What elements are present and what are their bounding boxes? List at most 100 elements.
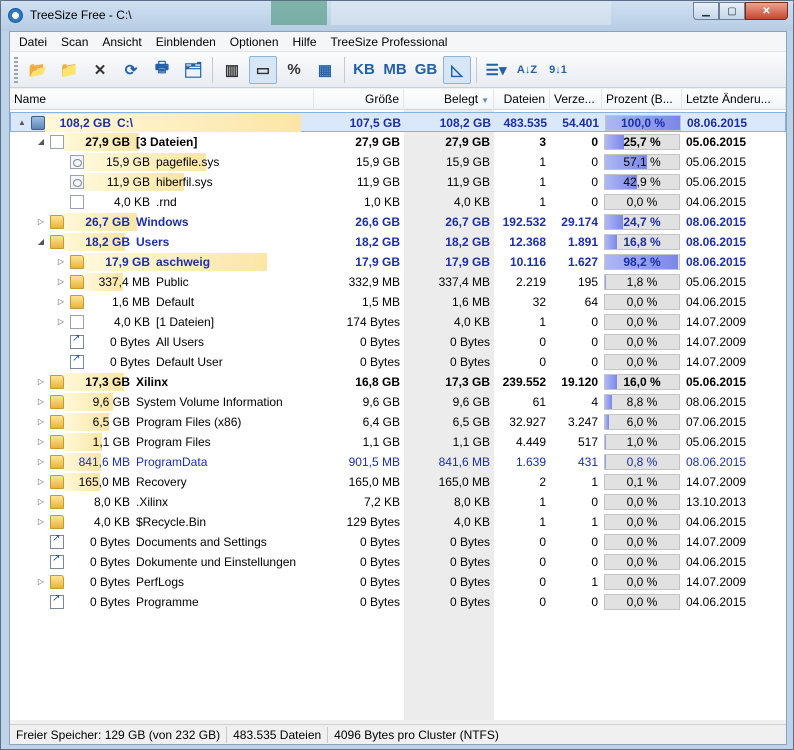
view-options-icon[interactable]: ☰▾ [482, 56, 510, 84]
row-name: aschweig [156, 255, 211, 269]
expand-toggle-icon[interactable]: ▷ [56, 292, 66, 312]
print-icon[interactable]: 🖶 [148, 56, 176, 84]
maximize-button[interactable]: ▢ [719, 2, 745, 20]
kb-unit-icon[interactable]: KB [350, 56, 378, 84]
row-name: pagefile.sys [156, 155, 220, 169]
tree-row[interactable]: 11,9 GB hiberfil.sys 11,9 GB 11,9 GB 1 0 42,9 … [10, 172, 786, 192]
tree-row[interactable]: 0 Bytes All Users 0 Bytes 0 Bytes 0 0 0,0 % 14.… [10, 332, 786, 352]
expand-toggle-icon[interactable]: ▷ [36, 472, 46, 492]
menu-hilfe[interactable]: Hilfe [286, 32, 324, 52]
mb-unit-icon[interactable]: MB [381, 56, 409, 84]
tree-row[interactable]: ▲ 108,2 GB C:\ 107,5 GB 108,2 GB 483.535 54.40… [10, 112, 786, 132]
gb-unit-icon[interactable]: GB [412, 56, 440, 84]
row-name: Xilinx [136, 375, 169, 389]
file-count-icon[interactable]: ▦ [311, 56, 339, 84]
title-bar[interactable]: TreeSize Free - C:\ ▁ ▢ ✕ [1, 1, 793, 31]
expand-toggle-icon[interactable]: ▷ [36, 572, 46, 592]
menu-einblenden[interactable]: Einblenden [149, 32, 223, 52]
column-groesse[interactable]: Größe [314, 89, 404, 110]
column-verzeichnisse[interactable]: Verze... [550, 89, 602, 110]
menu-ansicht[interactable]: Ansicht [95, 32, 148, 52]
sysfile-icon [70, 175, 84, 189]
sort-size-icon[interactable]: 9↓1 [544, 56, 572, 84]
tree-row[interactable]: ▷ 26,7 GB Windows 26,6 GB 26,7 GB 192.532 29.1… [10, 212, 786, 232]
size-mode-icon[interactable]: ▭ [249, 55, 277, 84]
sort-alpha-icon[interactable]: A↓Z [513, 56, 541, 84]
stop-icon[interactable]: ✕ [86, 56, 114, 84]
percent-text: 0,0 % [626, 295, 658, 309]
tree-row[interactable]: ◢ 27,9 GB [3 Dateien] 27,9 GB 27,9 GB 3 0 25,7 … [10, 132, 786, 152]
expand-toggle-icon[interactable]: ▷ [36, 432, 46, 452]
tree-row[interactable]: 0 Bytes Dokumente und Einstellungen 0 Byte… [10, 552, 786, 572]
expand-toggle-icon[interactable]: ▷ [36, 412, 46, 432]
tree-row[interactable]: ▷ 9,6 GB System Volume Information 9,6 GB 9,… [10, 392, 786, 412]
percent-text: 0,0 % [626, 575, 658, 589]
choose-directory-icon[interactable]: 📂 [24, 56, 52, 84]
tree-row[interactable]: ▷ 8,0 KB .Xilinx 7,2 KB 8,0 KB 1 0 0,0 % 13.10.2… [10, 492, 786, 512]
column-dateien[interactable]: Dateien [494, 89, 550, 110]
row-date: 14.07.2009 [686, 475, 747, 489]
expand-toggle-icon[interactable]: ▷ [36, 492, 46, 512]
expand-toggle-icon[interactable]: ◢ [36, 232, 46, 252]
scan-folder-icon[interactable]: 📁 [55, 56, 83, 84]
menu-treesize-professional[interactable]: TreeSize Professional [324, 32, 455, 52]
row-dateien: 0 [539, 555, 546, 569]
expand-toggle-icon[interactable]: ▷ [56, 252, 66, 272]
expand-toggle-icon[interactable]: ▷ [56, 312, 66, 332]
tree-row[interactable]: ▷ 1,6 MB Default 1,5 MB 1,6 MB 32 64 0,0 % 04.06… [10, 292, 786, 312]
row-date: 08.06.2015 [686, 255, 747, 269]
tree-list[interactable]: ▲ 108,2 GB C:\ 107,5 GB 108,2 GB 483.535 54.40… [10, 110, 786, 720]
percent-mode-icon[interactable]: % [280, 56, 308, 84]
tree-row[interactable]: ◢ 18,2 GB Users 18,2 GB 18,2 GB 12.368 1.891 16… [10, 232, 786, 252]
menu-optionen[interactable]: Optionen [223, 32, 286, 52]
menu-scan[interactable]: Scan [54, 32, 95, 52]
column-letzte-aenderung[interactable]: Letzte Änderu... [682, 89, 786, 110]
row-name: [3 Dateien] [136, 135, 198, 149]
tree-row[interactable]: 0 Bytes Default User 0 Bytes 0 Bytes 0 0 0,0 %… [10, 352, 786, 372]
row-size-label: 8,0 KB [93, 495, 130, 509]
tree-row[interactable]: ▷ 841,6 MB ProgramData 901,5 MB 841,6 MB 1.63… [10, 452, 786, 472]
column-belegt[interactable]: Belegt ▼ [404, 89, 494, 110]
tree-row[interactable]: 0 Bytes Documents and Settings 0 Bytes 0 By… [10, 532, 786, 552]
client-area: Datei Scan Ansicht Einblenden Optionen H… [9, 31, 787, 745]
column-name[interactable]: Name [10, 89, 314, 110]
expand-toggle-icon[interactable]: ▷ [36, 212, 46, 232]
row-size-label: 0 Bytes [109, 355, 150, 369]
tree-row[interactable]: ▷ 1,1 GB Program Files 1,1 GB 1,1 GB 4.449 517… [10, 432, 786, 452]
tree-row[interactable]: ▷ 17,3 GB Xilinx 16,8 GB 17,3 GB 239.552 19.12… [10, 372, 786, 392]
expand-toggle-icon[interactable]: ▷ [36, 512, 46, 532]
folder-icon [50, 375, 64, 389]
tree-row[interactable]: 15,9 GB pagefile.sys 15,9 GB 15,9 GB 1 0 57,1 … [10, 152, 786, 172]
expand-toggle-icon[interactable]: ▲ [17, 113, 27, 133]
expand-toggle-icon[interactable]: ▷ [36, 452, 46, 472]
tree-row[interactable]: 0 Bytes Programme 0 Bytes 0 Bytes 0 0 0,0 % 04.… [10, 592, 786, 612]
column-prozent[interactable]: Prozent (B... [602, 89, 682, 110]
tree-row[interactable]: 4,0 KB .rnd 1,0 KB 4,0 KB 1 0 0,0 % 04.06.2015 [10, 192, 786, 212]
row-name: Program Files [136, 435, 211, 449]
tree-row[interactable]: ▷ 337,4 MB Public 332,9 MB 337,4 MB 2.219 195 1… [10, 272, 786, 292]
expand-toggle-icon[interactable]: ◢ [36, 132, 46, 152]
auto-unit-icon[interactable]: ◺ [443, 55, 471, 84]
expand-toggle-icon[interactable]: ▷ [36, 392, 46, 412]
minimize-button[interactable]: ▁ [693, 2, 719, 20]
tree-row[interactable]: ▷ 6,5 GB Program Files (x86) 6,4 GB 6,5 GB 32… [10, 412, 786, 432]
row-dateien: 1 [539, 175, 546, 189]
menu-datei[interactable]: Datei [12, 32, 54, 52]
row-name: Users [136, 235, 170, 249]
tree-row[interactable]: ▷ 4,0 KB $Recycle.Bin 129 Bytes 4,0 KB 1 1 0,0 … [10, 512, 786, 532]
explorer-icon[interactable]: 🗂 [179, 56, 207, 84]
toolbar-grip[interactable] [14, 56, 18, 83]
tree-row[interactable]: ▷ 0 Bytes PerfLogs 0 Bytes 0 Bytes 0 1 0,0 % 14.… [10, 572, 786, 592]
percent-text: 1,0 % [626, 435, 658, 449]
columns-icon[interactable]: ▥ [218, 56, 246, 84]
refresh-icon[interactable]: ⟳ [117, 56, 145, 84]
tree-row[interactable]: ▷ 4,0 KB [1 Dateien] 174 Bytes 4,0 KB 1 0 0,0 %… [10, 312, 786, 332]
row-groesse: 17,9 GB [355, 255, 400, 269]
close-button[interactable]: ✕ [745, 2, 788, 20]
link-icon [50, 553, 64, 569]
expand-toggle-icon[interactable]: ▷ [36, 372, 46, 392]
row-belegt: 26,7 GB [445, 215, 490, 229]
expand-toggle-icon[interactable]: ▷ [56, 272, 66, 292]
tree-row[interactable]: ▷ 165,0 MB Recovery 165,0 MB 165,0 MB 2 1 0,1 %… [10, 472, 786, 492]
tree-row[interactable]: ▷ 17,9 GB aschweig 17,9 GB 17,9 GB 10.116 1.62… [10, 252, 786, 272]
